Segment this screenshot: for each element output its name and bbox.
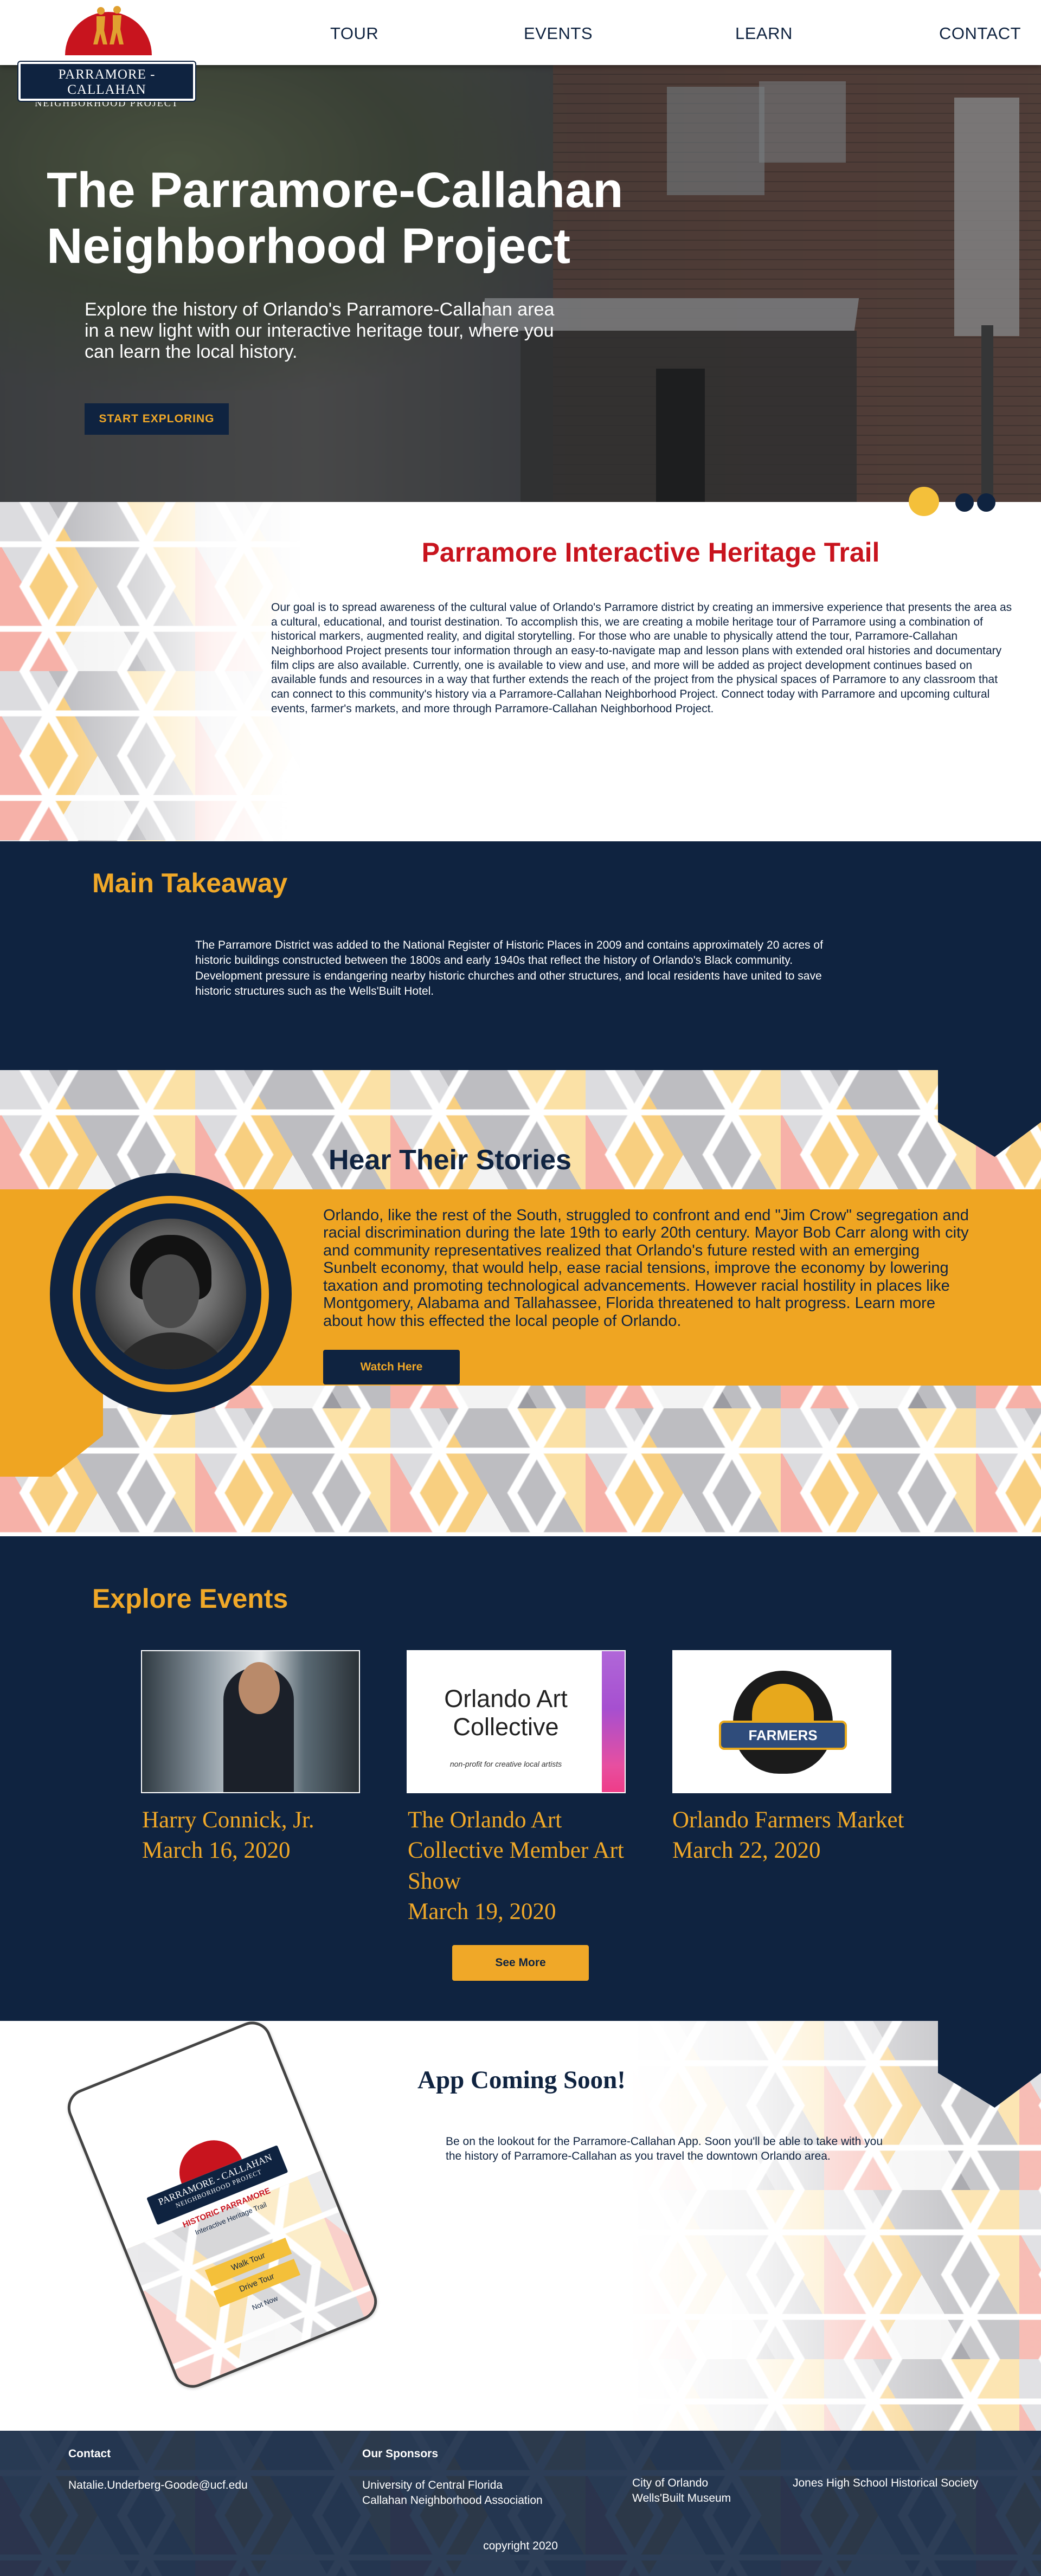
nav-tour[interactable]: TOUR: [330, 24, 378, 43]
carousel-dot-active[interactable]: [909, 487, 939, 516]
portrait-face: [142, 1254, 200, 1328]
heritage-trail-text: Our goal is to spread awareness of the c…: [271, 601, 1012, 715]
pattern-fade: [0, 502, 304, 841]
heritage-trail-title: Parramore Interactive Heritage Trail: [421, 537, 880, 568]
hero-section: The Parramore-Callahan Neighborhood Proj…: [0, 65, 1041, 502]
nav-events[interactable]: EVENTS: [524, 24, 593, 43]
footer-copyright: copyright 2020: [483, 2540, 558, 2552]
event-name: Orlando Farmers Market: [672, 1807, 904, 1833]
footer-contact-heading: Contact: [68, 2448, 111, 2460]
sponsor-wells-built-museum[interactable]: Wells'Built Museum: [632, 2491, 731, 2506]
nav-learn[interactable]: LEARN: [735, 24, 793, 43]
sponsor-jones-high-school[interactable]: Jones High School Historical Society: [793, 2476, 978, 2490]
main-takeaway-title: Main Takeaway: [92, 868, 288, 898]
nav-contact[interactable]: CONTACT: [939, 24, 1021, 43]
logo-line-2: NEIGHBORHOOD PROJECT: [35, 98, 179, 108]
art-collective-tagline: non-profit for creative local artists: [449, 1760, 562, 1768]
site-footer: Contact Natalie.Underberg-Goode@ucf.edu …: [0, 2431, 1041, 2576]
carousel-dot[interactable]: [955, 493, 974, 512]
events-section: Explore Events Harry Connick, Jr. March …: [0, 1536, 1041, 2021]
site-logo[interactable]: PARRAMORE - CALLAHAN NEIGHBORHOOD PROJEC…: [17, 5, 196, 108]
footer-contact-email[interactable]: Natalie.Underberg-Goode@ucf.edu: [68, 2478, 248, 2493]
events-title: Explore Events: [92, 1583, 288, 1614]
farmers-market-banner: FARMERS: [719, 1721, 847, 1750]
logo-plate: PARRAMORE - CALLAHAN NEIGHBORHOOD PROJEC…: [17, 61, 196, 108]
event-date: March 22, 2020: [672, 1838, 821, 1864]
art-collective-color-stripe: [602, 1651, 625, 1792]
event-image-art-collective[interactable]: Orlando Art Collective non-profit for cr…: [407, 1650, 626, 1793]
event-image-harry-connick[interactable]: [141, 1650, 360, 1793]
hero-title: The Parramore-Callahan Neighborhood Proj…: [47, 163, 624, 274]
stories-title: Hear Their Stories: [329, 1144, 571, 1176]
event-image-head: [239, 1662, 280, 1714]
event-date: March 19, 2020: [408, 1898, 556, 1924]
event-card-1[interactable]: Harry Connick, Jr. March 16, 2020: [142, 1805, 391, 1866]
app-title: App Coming Soon!: [417, 2066, 626, 2094]
farmers-market-badge-top: ORLANDO: [764, 1712, 802, 1718]
event-name: Harry Connick, Jr.: [142, 1807, 314, 1833]
sponsor-callahan-association[interactable]: Callahan Neighborhood Association: [362, 2494, 543, 2508]
portrait-frame: [50, 1173, 292, 1415]
sponsor-city-of-orlando[interactable]: City of Orlando: [632, 2476, 708, 2490]
app-section: PARRAMORE - CALLAHAN NEIGHBORHOOD PROJEC…: [0, 2021, 1041, 2431]
carousel-dot[interactable]: [977, 493, 995, 512]
start-exploring-button[interactable]: START EXPLORING: [85, 403, 229, 435]
see-more-button[interactable]: See More: [452, 1945, 589, 1981]
portrait-shoulders: [106, 1332, 235, 1369]
sponsor-ucf[interactable]: University of Central Florida: [362, 2478, 503, 2493]
event-image-farmers-market[interactable]: ORLANDO FARMERS: [672, 1650, 891, 1793]
watch-here-button[interactable]: Watch Here: [323, 1350, 460, 1384]
app-text: Be on the lookout for the Parramore-Call…: [446, 2135, 883, 2162]
heritage-trail-section: Parramore Interactive Heritage Trail Our…: [0, 502, 1041, 841]
carousel-dots: [909, 487, 995, 516]
art-collective-logo-text: Orlando Art Collective: [444, 1685, 568, 1741]
footer-sponsors-heading: Our Sponsors: [362, 2448, 439, 2460]
portrait-photo: [95, 1219, 246, 1369]
logo-line-1: PARRAMORE - CALLAHAN: [58, 67, 156, 97]
hero-subtitle: Explore the history of Orlando's Parramo…: [85, 299, 555, 362]
phone-mockup: PARRAMORE - CALLAHAN NEIGHBORHOOD PROJEC…: [62, 2021, 383, 2394]
main-takeaway-text: The Parramore District was added to the …: [195, 939, 823, 998]
site-header: PARRAMORE - CALLAHAN NEIGHBORHOOD PROJEC…: [0, 0, 1041, 108]
logo-figures-icon: [93, 6, 124, 44]
event-card-3[interactable]: Orlando Farmers Market March 22, 2020: [672, 1805, 922, 1866]
stories-section: Hear Their Stories Orlando, like the res…: [0, 1070, 1041, 1536]
event-name: The Orlando Art Collective Member Art Sh…: [408, 1807, 624, 1894]
main-takeaway-section: Main Takeaway The Parramore District was…: [0, 841, 1041, 1070]
event-card-2[interactable]: The Orlando Art Collective Member Art Sh…: [408, 1805, 646, 1927]
event-date: March 16, 2020: [142, 1838, 291, 1864]
stories-text: Orlando, like the rest of the South, str…: [323, 1207, 969, 1330]
hero-overlay: [0, 65, 1041, 502]
